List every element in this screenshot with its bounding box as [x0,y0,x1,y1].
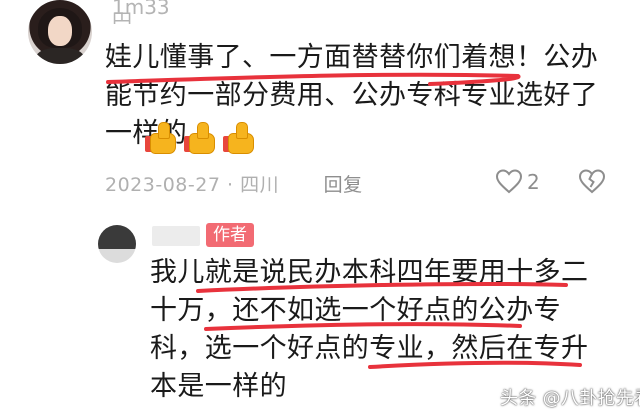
thumbs-up-icon [184,122,215,154]
heart-icon[interactable] [495,168,523,194]
reply-button[interactable]: 回复 [324,174,363,196]
meta-separator: · [226,174,234,196]
author-badge: 作者 [206,223,254,247]
comment-meta: 2023-08-27 · 四川 回复 [105,170,363,197]
thumbs-up-icon [145,122,176,154]
username-redacted[interactable] [152,226,200,246]
avatar[interactable] [98,225,136,263]
username[interactable]: 1m33円 [112,0,182,24]
comment-location: 四川 [240,174,280,196]
emoji-row [145,122,254,154]
thumbs-up-icon [223,122,254,154]
like-count: 2 [527,170,540,194]
broken-heart-icon[interactable] [578,168,606,194]
avatar[interactable] [28,0,92,64]
watermark: 头条 @八卦抢先看 [500,388,640,409]
comment-date: 2023-08-27 [105,174,221,196]
